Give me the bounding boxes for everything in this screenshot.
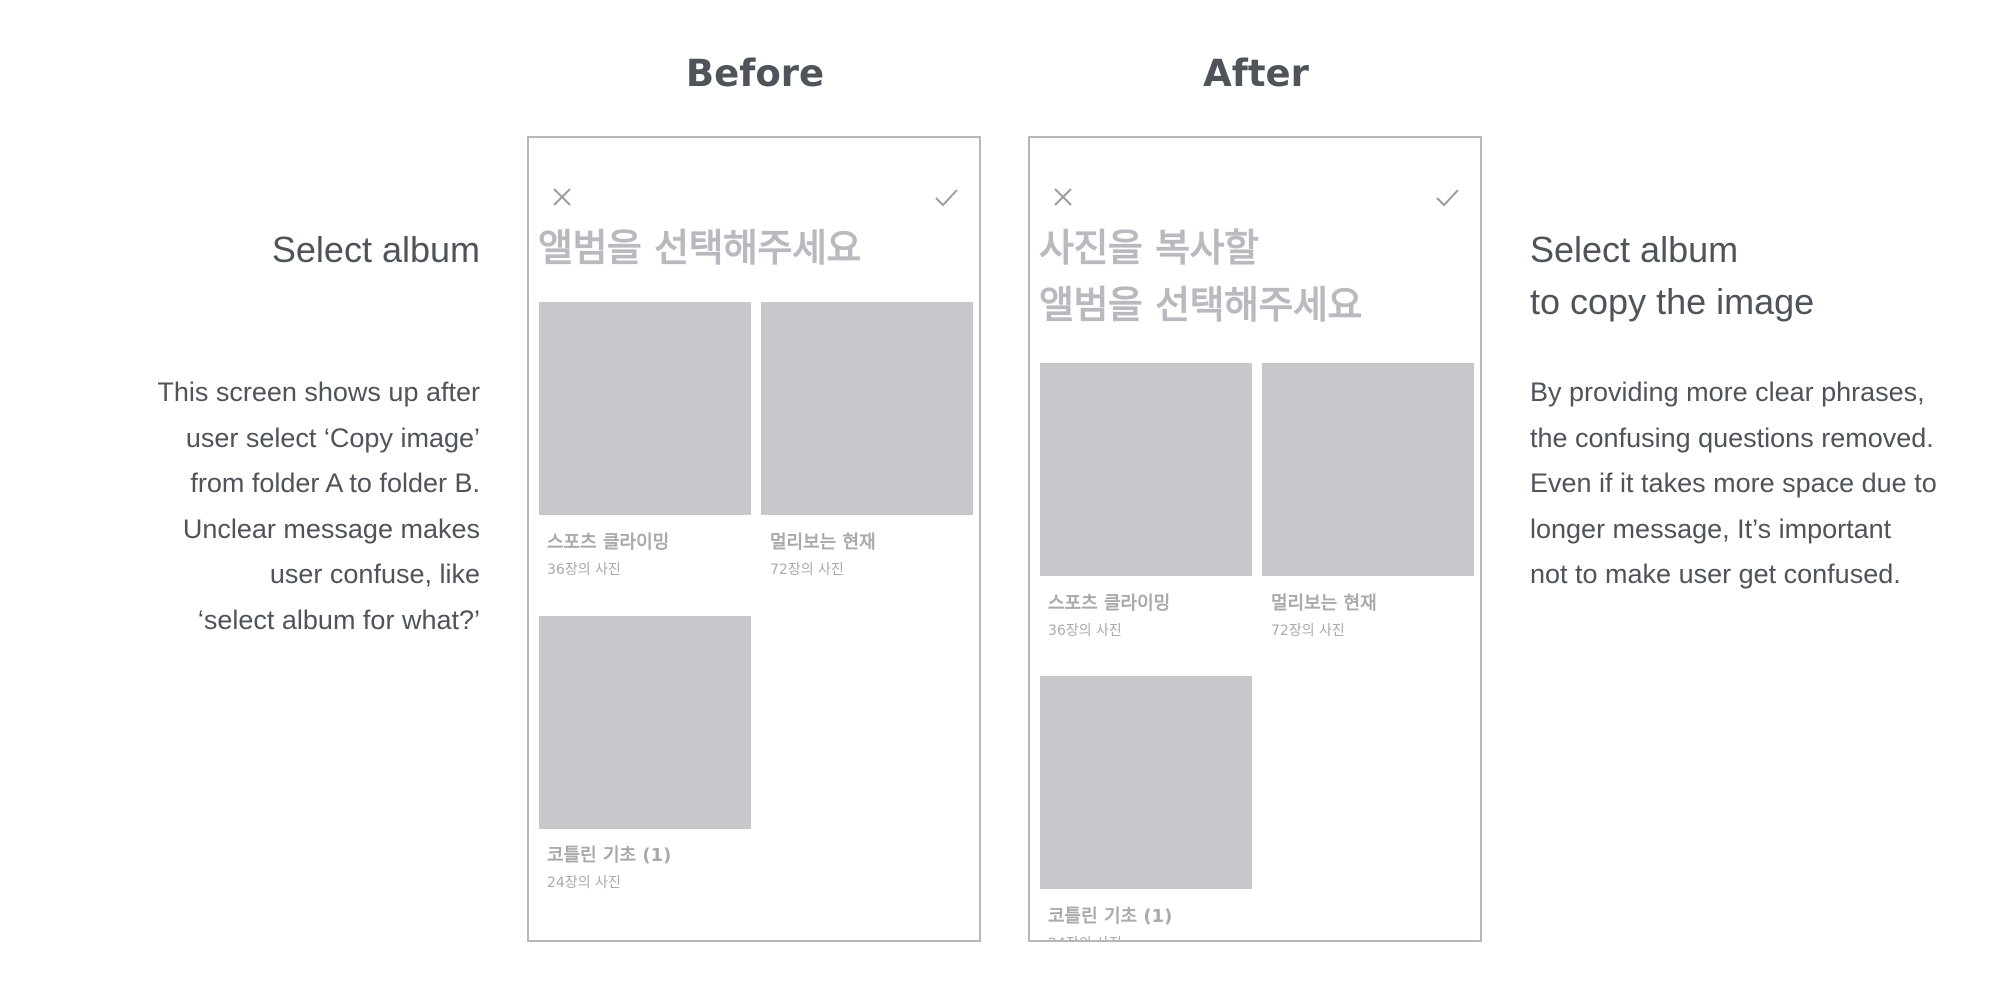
album-thumbnail[interactable] bbox=[1040, 363, 1252, 576]
after-description: By providing more clear phrases, the con… bbox=[1530, 370, 1937, 598]
after-description-line: Even if it takes more space due to bbox=[1530, 468, 1937, 498]
screen-title-line: 앨범을 선택해주세요 bbox=[1039, 283, 1362, 327]
album-count: 36장의 사진 bbox=[1048, 623, 1122, 639]
after-description-line: the confusing questions removed. bbox=[1530, 422, 1934, 453]
album-count: 24장의 사진 bbox=[1048, 933, 1122, 940]
before-heading-line: Select album bbox=[271, 229, 480, 270]
album-name: 멀리보는 현재 bbox=[770, 532, 876, 553]
album-count: 36장의 사진 bbox=[547, 562, 621, 578]
after-heading: Select album to copy the image bbox=[1530, 224, 1814, 328]
before-description-line: user confuse, like bbox=[269, 559, 480, 589]
screen-title: 앨범을 선택해주세요 bbox=[538, 220, 861, 277]
before-description-line: This screen shows up after bbox=[157, 377, 480, 407]
check-icon[interactable] bbox=[1434, 184, 1460, 210]
close-icon[interactable] bbox=[549, 184, 575, 210]
album-count: 72장의 사진 bbox=[1271, 623, 1345, 639]
album-name: 스포츠 클라이밍 bbox=[1048, 593, 1171, 614]
close-icon[interactable] bbox=[1050, 184, 1076, 210]
before-heading: Select album bbox=[272, 224, 480, 276]
before-description-line: user select ‘Copy image’ bbox=[185, 422, 480, 453]
album-name: 코틀린 기초 (1) bbox=[547, 845, 672, 866]
screen-title-line: 앨범을 선택해주세요 bbox=[538, 226, 861, 270]
screen-title-line: 사진을 복사할 bbox=[1039, 226, 1259, 270]
album-count: 72장의 사진 bbox=[770, 562, 844, 578]
before-description-line: from folder A to folder B. bbox=[190, 468, 480, 498]
after-screen: 사진을 복사할 앨범을 선택해주세요 스포츠 클라이밍 36장의 사진 멀리보는… bbox=[1028, 136, 1482, 942]
after-column-title: After bbox=[1203, 52, 1309, 95]
album-thumbnail[interactable] bbox=[1040, 676, 1252, 889]
album-thumbnail[interactable] bbox=[761, 302, 973, 515]
after-description-line: By providing more clear phrases, bbox=[1530, 377, 1925, 407]
album-name: 스포츠 클라이밍 bbox=[547, 532, 670, 553]
before-description-line: Unclear message makes bbox=[182, 513, 480, 544]
album-thumbnail[interactable] bbox=[539, 302, 751, 515]
before-description: This screen shows up after user select ‘… bbox=[157, 370, 480, 643]
screen-title: 사진을 복사할 앨범을 선택해주세요 bbox=[1039, 220, 1362, 334]
album-name: 코틀린 기초 (1) bbox=[1048, 906, 1173, 927]
before-description-line: ‘select album for what?’ bbox=[197, 604, 480, 635]
album-thumbnail[interactable] bbox=[539, 616, 751, 829]
after-heading-line: to copy the image bbox=[1530, 281, 1815, 322]
after-description-line: not to make user get confused. bbox=[1530, 559, 1901, 589]
after-heading-line: Select album bbox=[1530, 229, 1739, 270]
album-name: 멀리보는 현재 bbox=[1271, 593, 1377, 614]
after-description-line: longer message, It’s important bbox=[1530, 513, 1892, 544]
album-thumbnail[interactable] bbox=[1262, 363, 1474, 576]
album-count: 24장의 사진 bbox=[547, 875, 621, 891]
before-column-title: Before bbox=[685, 52, 825, 95]
before-screen: 앨범을 선택해주세요 스포츠 클라이밍 36장의 사진 멀리보는 현재 72장의… bbox=[527, 136, 981, 942]
check-icon[interactable] bbox=[933, 184, 959, 210]
